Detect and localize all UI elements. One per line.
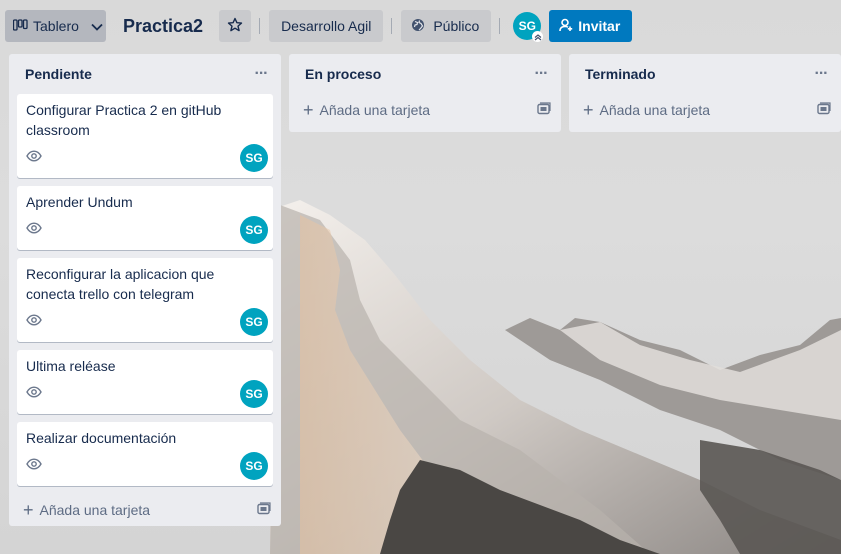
add-user-icon bbox=[559, 18, 573, 35]
card-badges: SG bbox=[26, 216, 268, 244]
list-pendiente: Pendiente ··· Configurar Practica 2 en g… bbox=[9, 54, 281, 526]
list-menu-button[interactable]: ··· bbox=[249, 62, 273, 86]
list-header: Terminado ··· bbox=[569, 54, 841, 94]
card-title: Aprender Undum bbox=[26, 194, 133, 210]
admin-chevron-icon bbox=[532, 31, 544, 42]
star-board-button[interactable] bbox=[219, 10, 252, 42]
add-card-button[interactable]: + Añada una tarjeta bbox=[9, 494, 281, 526]
card-title: Configurar Practica 2 en gitHub classroo… bbox=[26, 102, 222, 138]
card-title: Ultima reléase bbox=[26, 358, 116, 374]
plus-icon: + bbox=[303, 100, 314, 120]
card[interactable]: Reconfigurar la aplicacion que conecta t… bbox=[17, 258, 273, 342]
eye-icon bbox=[26, 457, 42, 475]
card-badges: SG bbox=[26, 144, 268, 172]
card-title: Reconfigurar la aplicacion que conecta t… bbox=[26, 266, 215, 302]
list-title[interactable]: En proceso bbox=[305, 66, 381, 82]
eye-icon bbox=[26, 385, 42, 403]
add-card-label: Añada una tarjeta bbox=[599, 102, 711, 118]
card-badges: SG bbox=[26, 452, 268, 480]
visibility-button[interactable]: Público bbox=[401, 10, 492, 42]
add-card-button[interactable]: + Añada una tarjeta bbox=[289, 94, 561, 126]
plus-icon: + bbox=[23, 500, 34, 520]
header-divider bbox=[391, 18, 393, 34]
board-view-label: Tablero bbox=[33, 18, 79, 34]
card-title: Realizar documentación bbox=[26, 430, 177, 446]
list-menu-button[interactable]: ··· bbox=[809, 62, 833, 86]
list-title[interactable]: Pendiente bbox=[25, 66, 92, 82]
board-view-icon bbox=[12, 18, 28, 34]
card-badges: SG bbox=[26, 380, 268, 408]
card-member-avatar[interactable]: SG bbox=[240, 216, 268, 244]
card-member-avatar[interactable]: SG bbox=[240, 144, 268, 172]
card[interactable]: Ultima reléase SG bbox=[17, 350, 273, 414]
plus-icon: + bbox=[583, 100, 594, 120]
eye-icon bbox=[26, 149, 42, 167]
card-member-avatar[interactable]: SG bbox=[240, 380, 268, 408]
board-header: Tablero Practica2 Desarrollo Agil Públic… bbox=[0, 0, 841, 52]
template-card-icon[interactable] bbox=[257, 502, 271, 518]
list-title[interactable]: Terminado bbox=[585, 66, 656, 82]
template-card-icon[interactable] bbox=[537, 102, 551, 118]
header-divider bbox=[499, 18, 501, 34]
card[interactable]: Aprender Undum SG bbox=[17, 186, 273, 250]
header-divider bbox=[259, 18, 261, 34]
card-badges: SG bbox=[26, 308, 268, 336]
visibility-label: Público bbox=[433, 18, 480, 34]
star-icon bbox=[227, 17, 243, 36]
add-card-label: Añada una tarjeta bbox=[319, 102, 431, 118]
add-card-button[interactable]: + Añada una tarjeta bbox=[569, 94, 841, 126]
member-initials: SG bbox=[518, 19, 536, 33]
board-member-avatar[interactable]: SG bbox=[513, 12, 544, 42]
add-card-label: Añada una tarjeta bbox=[39, 502, 151, 518]
team-button[interactable]: Desarrollo Agil bbox=[269, 10, 384, 42]
list-en-proceso: En proceso ··· + Añada una tarjeta bbox=[289, 54, 561, 132]
eye-icon bbox=[26, 221, 42, 239]
chevron-down-icon bbox=[91, 18, 103, 34]
list-header: En proceso ··· bbox=[289, 54, 561, 94]
list-terminado: Terminado ··· + Añada una tarjeta bbox=[569, 54, 841, 132]
template-card-icon[interactable] bbox=[817, 102, 831, 118]
list-header: Pendiente ··· bbox=[9, 54, 281, 94]
card[interactable]: Realizar documentación SG bbox=[17, 422, 273, 486]
globe-icon bbox=[411, 18, 425, 35]
eye-icon bbox=[26, 313, 42, 331]
board-view-switcher-button[interactable]: Tablero bbox=[5, 10, 106, 42]
board-title[interactable]: Practica2 bbox=[123, 16, 203, 37]
card-list: Configurar Practica 2 en gitHub classroo… bbox=[9, 94, 281, 486]
card-member-avatar[interactable]: SG bbox=[240, 452, 268, 480]
invite-label: Invitar bbox=[578, 18, 621, 34]
invite-button[interactable]: Invitar bbox=[549, 10, 633, 42]
card-member-avatar[interactable]: SG bbox=[240, 308, 268, 336]
list-menu-button[interactable]: ··· bbox=[529, 62, 553, 86]
card[interactable]: Configurar Practica 2 en gitHub classroo… bbox=[17, 94, 273, 178]
